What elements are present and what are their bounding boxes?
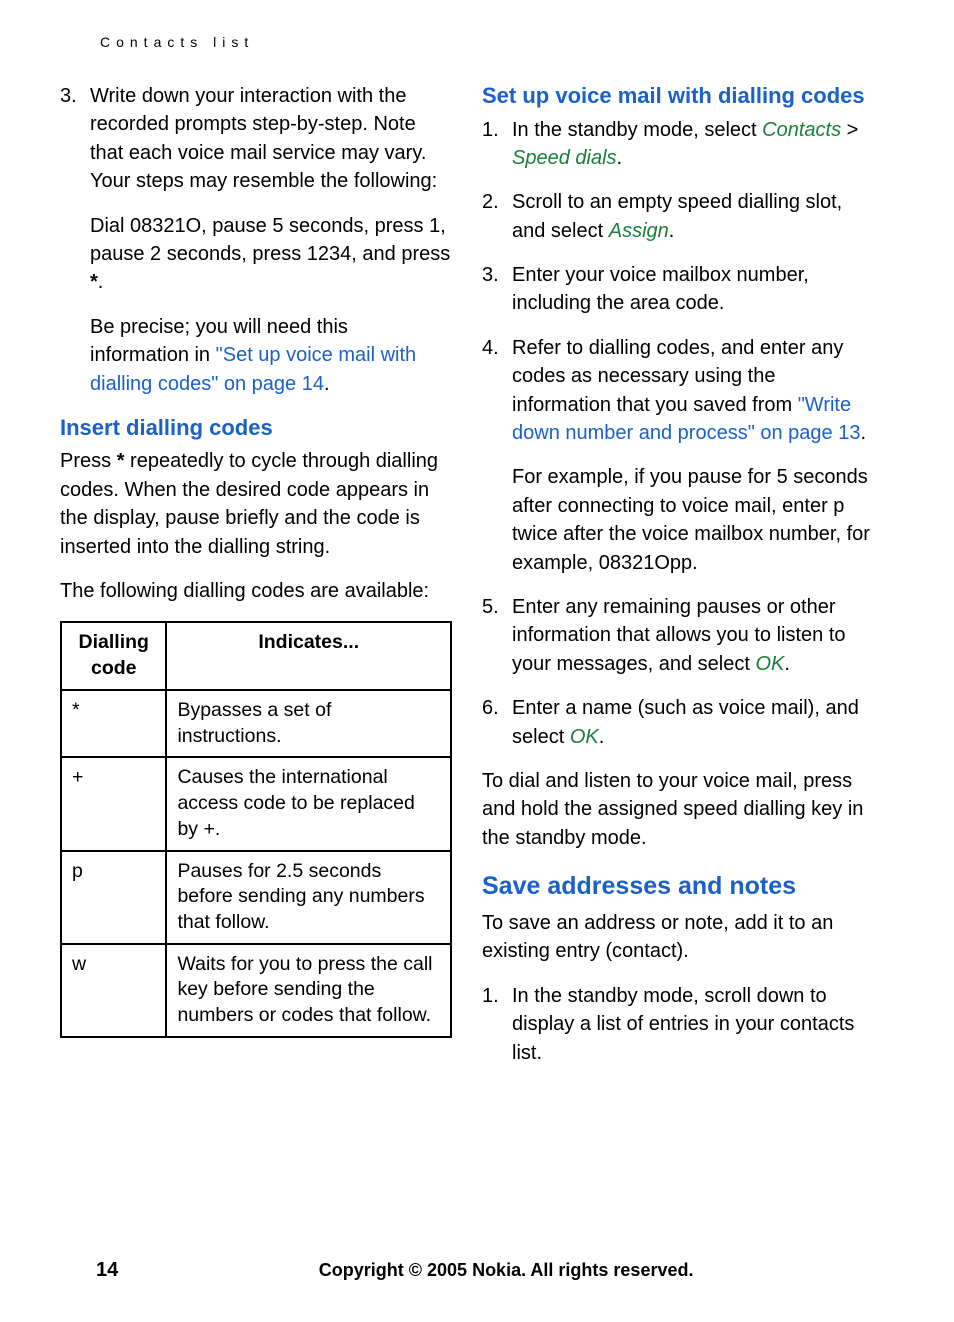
body-text: Write down your interaction with the rec… xyxy=(90,82,452,196)
body-text: Enter any remaining pauses or other info… xyxy=(512,593,874,678)
text-run: In the standby mode, select xyxy=(512,119,762,141)
body-text: The following dialling codes are availab… xyxy=(60,577,452,605)
list-item: 6. Enter a name (such as voice mail), an… xyxy=(482,694,874,751)
ui-path: Speed dials xyxy=(512,147,617,169)
list-item: 5. Enter any remaining pauses or other i… xyxy=(482,593,874,678)
text-run: > xyxy=(841,119,858,141)
body-text: Refer to dialling codes, and enter any c… xyxy=(512,334,874,448)
text-run: Dial 08321O, pause 5 seconds, press 1, p… xyxy=(90,215,450,265)
text-run: . xyxy=(860,422,866,444)
text-run: Press xyxy=(60,450,117,472)
cell-desc: Waits for you to press the call key befo… xyxy=(166,944,451,1037)
bold-asterisk: * xyxy=(90,271,98,293)
cell-code: + xyxy=(61,757,166,850)
body-text: Scroll to an empty speed dialling slot, … xyxy=(512,188,874,245)
cell-desc: Bypasses a set of instructions. xyxy=(166,690,451,757)
cell-code: * xyxy=(61,690,166,757)
list-number: 2. xyxy=(482,188,499,216)
ui-path: OK xyxy=(755,653,784,675)
list-number: 1. xyxy=(482,982,499,1010)
text-run: Enter a name (such as voice mail), and s… xyxy=(512,697,859,747)
body-text: Enter your voice mailbox number, includi… xyxy=(512,261,874,318)
body-text: In the standby mode, select Contacts > S… xyxy=(512,116,874,173)
text-run: . xyxy=(617,147,623,169)
table-row: * Bypasses a set of instructions. xyxy=(61,690,451,757)
list-item: 3. Enter your voice mailbox number, incl… xyxy=(482,261,874,318)
body-text: Be precise; you will need this informati… xyxy=(90,313,452,398)
right-column: Set up voice mail with dialling codes 1.… xyxy=(482,82,874,1075)
body-text: To dial and listen to your voice mail, p… xyxy=(482,767,874,852)
columns: 3. Write down your interaction with the … xyxy=(60,82,894,1075)
footer: 14 Copyright © 2005 Nokia. All rights re… xyxy=(60,1259,894,1282)
list-setup: 1. In the standby mode, select Contacts … xyxy=(482,116,874,751)
cell-desc: Causes the international access code to … xyxy=(166,757,451,850)
text-run: . xyxy=(98,271,104,293)
list-number: 4. xyxy=(482,334,499,362)
body-text: In the standby mode, scroll down to disp… xyxy=(512,982,874,1067)
page-number: 14 xyxy=(96,1259,118,1282)
list-number: 5. xyxy=(482,593,499,621)
dialling-codes-table: Dialling code Indicates... * Bypasses a … xyxy=(60,621,452,1038)
list-number: 6. xyxy=(482,694,499,722)
table-row: + Causes the international access code t… xyxy=(61,757,451,850)
table-row: p Pauses for 2.5 seconds before sending … xyxy=(61,851,451,944)
list-item: 1. In the standby mode, scroll down to d… xyxy=(482,982,874,1067)
heading-setup-voice-mail: Set up voice mail with dialling codes xyxy=(482,82,874,110)
body-text: For example, if you pause for 5 seconds … xyxy=(512,463,874,577)
body-text: Press * repeatedly to cycle through dial… xyxy=(60,447,452,561)
list-item: 2. Scroll to an empty speed dialling slo… xyxy=(482,188,874,245)
page: Contacts list 3. Write down your interac… xyxy=(0,0,954,1322)
copyright: Copyright © 2005 Nokia. All rights reser… xyxy=(118,1260,894,1281)
table-header-code: Dialling code xyxy=(61,622,166,689)
ui-path: Contacts xyxy=(762,119,841,141)
heading-save-addresses: Save addresses and notes xyxy=(482,872,874,901)
text-run: . xyxy=(324,373,330,395)
text-run: . xyxy=(669,220,675,242)
list-number: 3. xyxy=(60,82,77,110)
text-run: Enter any remaining pauses or other info… xyxy=(512,596,846,675)
cell-desc: Pauses for 2.5 seconds before sending an… xyxy=(166,851,451,944)
list-item: 1. In the standby mode, select Contacts … xyxy=(482,116,874,173)
list-number: 3. xyxy=(482,261,499,289)
list-item: 4. Refer to dialling codes, and enter an… xyxy=(482,334,874,577)
ui-path: Assign xyxy=(609,220,669,242)
text-run: . xyxy=(599,726,605,748)
table-header-row: Dialling code Indicates... xyxy=(61,622,451,689)
list-left-continued: 3. Write down your interaction with the … xyxy=(60,82,452,398)
running-head: Contacts list xyxy=(100,34,894,50)
cell-code: p xyxy=(61,851,166,944)
cell-code: w xyxy=(61,944,166,1037)
body-text: Enter a name (such as voice mail), and s… xyxy=(512,694,874,751)
heading-insert-dialling-codes: Insert dialling codes xyxy=(60,414,452,442)
text-run: Scroll to an empty speed dialling slot, … xyxy=(512,191,842,241)
table-row: w Waits for you to press the call key be… xyxy=(61,944,451,1037)
left-column: 3. Write down your interaction with the … xyxy=(60,82,452,1075)
body-text: To save an address or note, add it to an… xyxy=(482,909,874,966)
text-run: Refer to dialling codes, and enter any c… xyxy=(512,337,843,416)
text-run: . xyxy=(784,653,790,675)
list-item: 3. Write down your interaction with the … xyxy=(60,82,452,398)
table-header-indicates: Indicates... xyxy=(166,622,451,689)
list-save: 1. In the standby mode, scroll down to d… xyxy=(482,982,874,1067)
ui-path: OK xyxy=(570,726,599,748)
list-number: 1. xyxy=(482,116,499,144)
body-text: Dial 08321O, pause 5 seconds, press 1, p… xyxy=(90,212,452,297)
